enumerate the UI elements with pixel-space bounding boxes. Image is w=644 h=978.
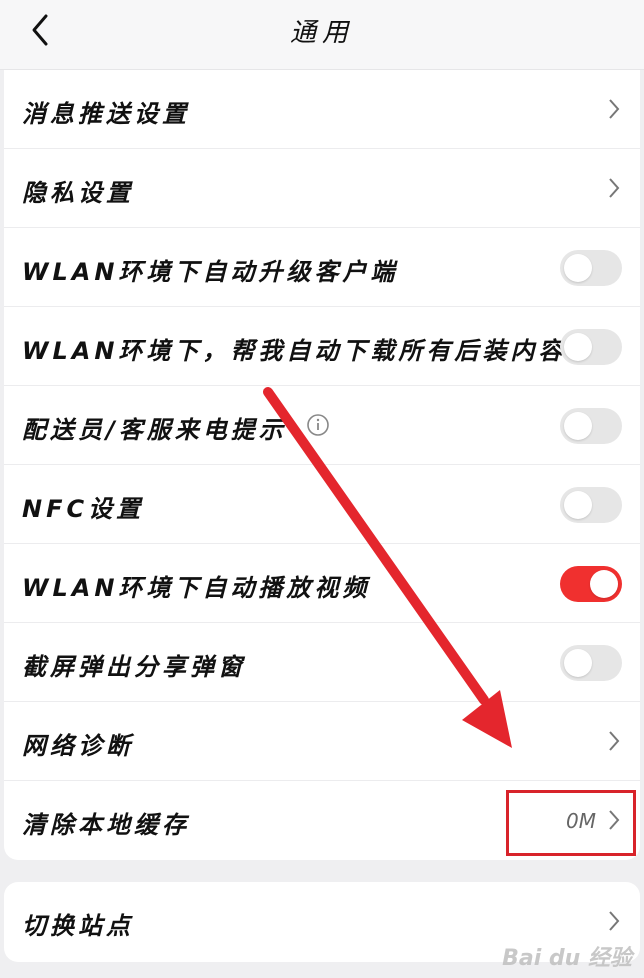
row-label: 清除本地缓存: [22, 811, 190, 839]
row-message-push-settings[interactable]: 消息推送设置: [4, 70, 640, 149]
screenshot-share-toggle[interactable]: [560, 645, 622, 681]
row-label: WLAN环境下自动播放视频: [22, 574, 371, 602]
row-wlan-auto-download: WLAN环境下，帮我自动下载所有后装内容: [4, 307, 640, 386]
row-label: 消息推送设置: [22, 100, 190, 128]
info-icon[interactable]: [306, 413, 330, 437]
wlan-auto-download-toggle[interactable]: [560, 329, 622, 365]
toggle-knob: [564, 649, 592, 677]
settings-list: 消息推送设置 隐私设置 WLAN环境下自动升级客户端 WLAN环境下，帮我自动下…: [4, 70, 640, 860]
toggle-knob: [564, 333, 592, 361]
chevron-right-icon: [609, 99, 620, 119]
row-courier-call-alert: 配送员/客服来电提示: [4, 386, 640, 465]
toggle-knob: [564, 491, 592, 519]
wlan-auto-upgrade-toggle[interactable]: [560, 250, 622, 286]
toggle-knob: [564, 254, 592, 282]
chevron-right-icon: [609, 178, 620, 198]
row-privacy-settings[interactable]: 隐私设置: [4, 149, 640, 228]
row-screenshot-share-popup: 截屏弹出分享弹窗: [4, 623, 640, 702]
row-wlan-auto-upgrade: WLAN环境下自动升级客户端: [4, 228, 640, 307]
row-label: 切换站点: [22, 912, 134, 940]
highlight-box: [506, 790, 636, 856]
toggle-knob: [590, 570, 618, 598]
row-label: WLAN环境下，帮我自动下载所有后装内容: [22, 337, 567, 365]
watermark: Bai du 经验: [502, 946, 632, 971]
chevron-right-icon: [609, 731, 620, 751]
row-label: 截屏弹出分享弹窗: [22, 653, 246, 681]
courier-call-alert-toggle[interactable]: [560, 408, 622, 444]
row-wlan-autoplay-video: WLAN环境下自动播放视频: [4, 544, 640, 623]
chevron-right-icon: [609, 911, 620, 931]
wlan-autoplay-video-toggle[interactable]: [560, 566, 622, 602]
row-label: 配送员/客服来电提示: [22, 416, 287, 444]
nfc-toggle[interactable]: [560, 487, 622, 523]
row-nfc-settings: NFC设置: [4, 465, 640, 544]
row-label: 隐私设置: [22, 179, 134, 207]
top-bar: 通用: [0, 0, 644, 70]
row-network-diagnosis[interactable]: 网络诊断: [4, 702, 640, 781]
row-label: WLAN环境下自动升级客户端: [22, 258, 399, 286]
page-title: 通用: [289, 18, 354, 48]
toggle-knob: [564, 412, 592, 440]
row-label: 网络诊断: [22, 732, 134, 760]
row-label: NFC设置: [22, 495, 145, 523]
